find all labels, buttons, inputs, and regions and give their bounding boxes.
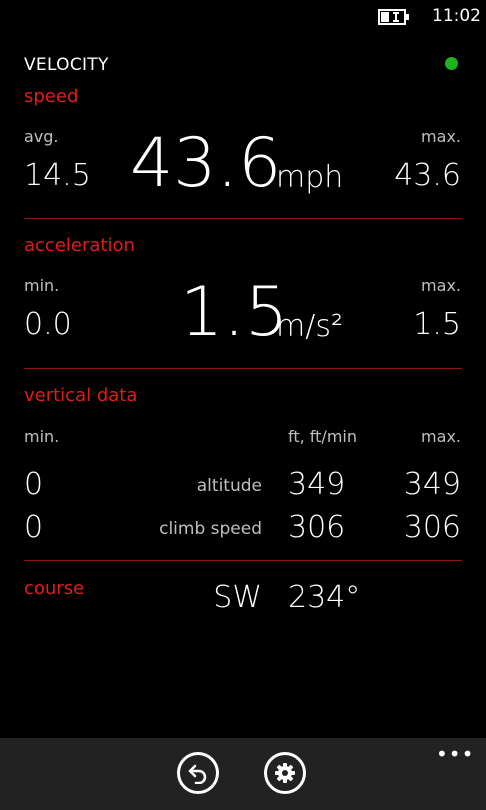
speed-current-value: 43.6 (130, 124, 282, 203)
speed-max-label: max. (421, 127, 461, 146)
climb-speed-label: climb speed (159, 519, 262, 539)
altitude-max-value: 349 (403, 467, 461, 502)
acceleration-max-label: max. (421, 276, 461, 295)
climb-speed-current-value: 306 (288, 510, 346, 545)
acceleration-min-value: 0.0 (24, 307, 72, 342)
course-degrees: 234° (288, 580, 361, 615)
acceleration-current-value: 1.5 (180, 273, 289, 352)
application-bar: ••• (0, 738, 486, 810)
settings-button[interactable] (264, 752, 306, 794)
course-direction: SW (213, 580, 262, 615)
acceleration-unit: m/s² (276, 309, 343, 344)
course-header: course (24, 578, 85, 599)
gps-status-indicator (445, 57, 458, 70)
climb-speed-min-value: 0 (24, 510, 44, 545)
battery-charging-icon (378, 9, 409, 25)
speed-avg-value: 14.5 (24, 158, 91, 193)
vertical-max-label: max. (421, 427, 461, 446)
vertical-divider (24, 560, 462, 561)
altitude-min-value: 0 (24, 467, 44, 502)
gear-icon (275, 763, 295, 783)
vertical-units-label: ft, ft/min (288, 427, 357, 446)
app-title: VELOCITY (24, 55, 109, 75)
altitude-current-value: 349 (288, 467, 346, 502)
status-clock: 11:02 (432, 6, 481, 26)
acceleration-header: acceleration (24, 235, 135, 256)
vertical-min-label: min. (24, 427, 60, 446)
back-button[interactable] (177, 752, 219, 794)
speed-divider (24, 218, 462, 219)
climb-speed-max-value: 306 (403, 510, 461, 545)
status-bar: 11:02 (0, 0, 486, 34)
back-arrow-icon (188, 764, 207, 784)
more-options-button[interactable]: ••• (436, 742, 474, 766)
vertical-data-header: vertical data (24, 385, 138, 406)
speed-header: speed (24, 86, 79, 107)
speed-unit: mph (276, 160, 344, 195)
altitude-label: altitude (196, 476, 262, 496)
acceleration-max-value: 1.5 (413, 307, 461, 342)
speed-avg-label: avg. (24, 127, 59, 146)
acceleration-divider (24, 368, 462, 369)
speed-max-value: 43.6 (394, 158, 461, 193)
acceleration-min-label: min. (24, 276, 60, 295)
